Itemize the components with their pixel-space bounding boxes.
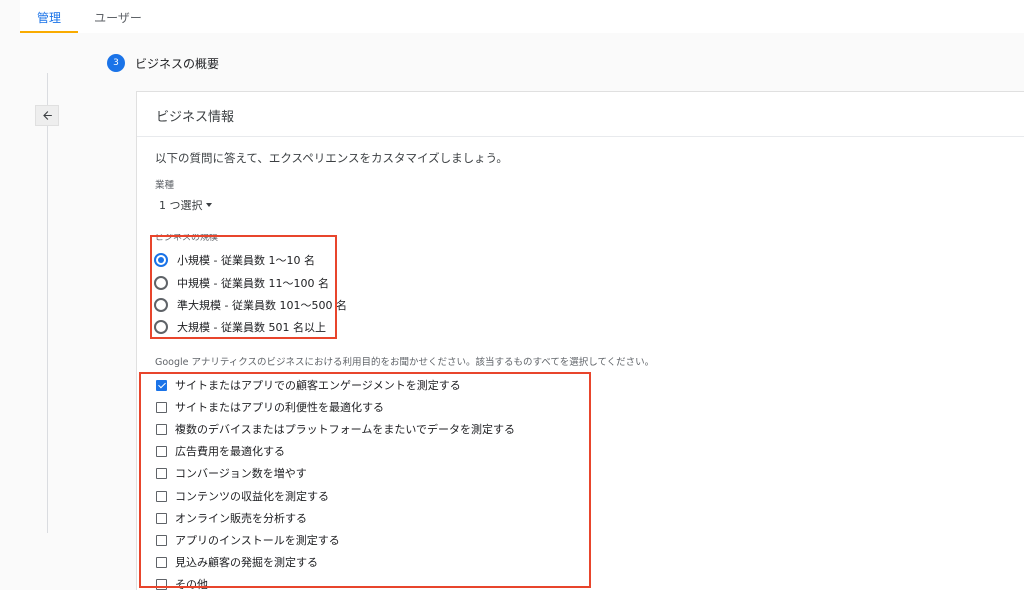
industry-select-value: 1 つ選択 [159,199,203,212]
top-nav: 管理 ユーザー [20,0,1024,33]
step-timeline-line [47,73,48,533]
intro-text: 以下の質問に答えて、エクスペリエンスをカスタマイズしましょう。 [155,151,508,165]
purpose-question: Google アナリティクスのビジネスにおける利用目的をお聞かせください。該当す… [155,357,655,368]
industry-select[interactable]: 1 つ選択 [159,197,212,213]
caret-down-icon [205,203,212,207]
highlight-box-size [150,235,337,339]
card-title: ビジネス情報 [156,110,235,125]
tab-admin[interactable]: 管理 [20,0,78,33]
industry-label: 業種 [155,180,175,191]
back-button[interactable] [35,105,59,126]
highlight-box-purpose [139,372,591,588]
tab-users[interactable]: ユーザー [78,0,158,33]
arrow-left-icon [42,111,52,120]
card-divider [137,136,1024,137]
step-title: ビジネスの概要 [135,56,220,71]
step-number-badge: 3 [107,54,125,72]
step-header: 3 ビジネスの概要 [107,54,219,72]
